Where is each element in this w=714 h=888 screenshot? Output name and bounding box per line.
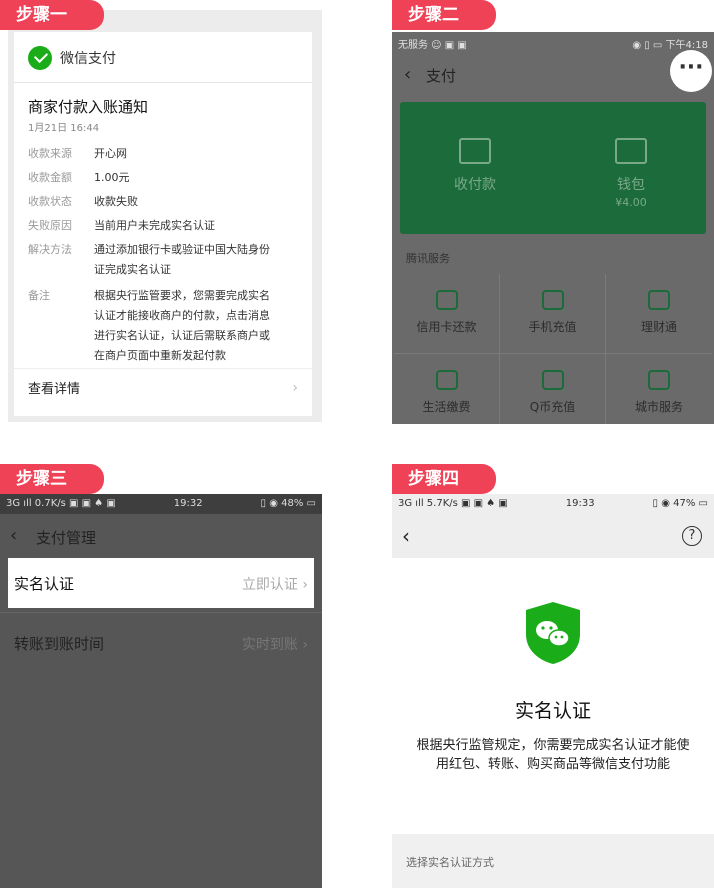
service-credit-card[interactable]: 信用卡还款 [394, 274, 500, 354]
status-bar: 无服务 ☺ ▣ ▣ ◉ ▯ ▭ 下午4:18 [392, 32, 714, 52]
real-name-auth-row[interactable]: 实名认证 立即认证 › [8, 558, 314, 608]
info-row: 收款状态 收款失败 [28, 192, 280, 212]
step3-tag: 步骤三 [0, 464, 104, 494]
view-details-link[interactable]: 查看详情 [28, 378, 80, 397]
qq-penguin-icon [541, 370, 564, 390]
nav-bar: ‹ ? [392, 514, 714, 558]
wealth-icon [648, 290, 670, 310]
wechat-pay-screen: 无服务 ☺ ▣ ▣ ◉ ▯ ▭ 下午4:18 ‹ 支付 ··· 收付款 钱包 ¥… [392, 32, 714, 424]
notification-title: 商家付款入账通知 [28, 98, 149, 116]
help-icon[interactable]: ? [682, 526, 702, 546]
info-key: 收款金额 [28, 171, 72, 184]
lightning-icon [435, 370, 458, 390]
service-mobile-topup[interactable]: 手机充值 [500, 274, 606, 354]
info-value: 根据央行监管要求，您需要完成实名认证才能接收商户的付款，点击消息进行实名认证，认… [94, 289, 270, 362]
service-label: 信用卡还款 [416, 320, 477, 334]
info-key: 失败原因 [28, 219, 72, 232]
status-right: ▯ ◉ 48% ▭ [260, 498, 316, 509]
service-label: 生活缴费 [422, 400, 471, 414]
scan-pay-icon [459, 138, 491, 164]
service-city[interactable]: 城市服务 [606, 354, 712, 424]
pay-wallet-banner: 收付款 钱包 ¥4.00 [400, 102, 706, 234]
wechat-pay-logo-icon [28, 46, 52, 70]
step1-tag: 步骤一 [0, 0, 104, 30]
status-left: 3G ıll 5.7K/s ▣ ▣ ♠ ▣ [398, 498, 508, 509]
step4-tag: 步骤四 [392, 464, 496, 494]
info-value: 当前用户未完成实名认证 [94, 219, 215, 232]
mobile-phone-icon [541, 290, 564, 310]
status-right: ▯ ◉ 47% ▭ [652, 498, 708, 509]
notification-date: 1月21日 16:44 [28, 123, 100, 134]
transfer-time-row[interactable]: 转账到账时间 实时到账 › [8, 618, 314, 668]
service-label: 手机充值 [528, 320, 577, 334]
info-value: 开心网 [94, 147, 127, 160]
service-wealth[interactable]: 理财通 [606, 274, 712, 354]
info-row: 失败原因 当前用户未完成实名认证 [28, 216, 280, 236]
chevron-right-icon: › [292, 380, 298, 396]
brand-name: 微信支付 [60, 51, 116, 67]
step2-tag: 步骤二 [392, 0, 496, 30]
info-key: 收款来源 [28, 147, 72, 160]
nav-bar: ‹ 支付管理 [0, 514, 322, 558]
real-name-verification-screen: 3G ıll 5.7K/s ▣ ▣ ♠ ▣ 19:33 ▯ ◉ 47% ▭ ‹ … [392, 494, 714, 888]
nav-bar: ‹ 支付 [392, 56, 714, 96]
info-row: 备注 根据央行监管要求，您需要完成实名认证才能接收商户的付款，点击消息进行实名认… [28, 286, 280, 366]
wallet-label: 钱包 [617, 177, 645, 193]
status-time: 19:32 [173, 498, 203, 509]
notification-card[interactable]: 微信支付 商家付款入账通知 1月21日 16:44 收款来源 开心网 收款金额 … [14, 32, 312, 416]
info-row: 收款来源 开心网 [28, 144, 280, 164]
realtime-link[interactable]: 实时到账 › [242, 634, 308, 654]
status-bar: 3G ıll 5.7K/s ▣ ▣ ♠ ▣ 19:33 ▯ ◉ 47% ▭ [392, 494, 714, 514]
status-bar: 3G ıll 0.7K/s ▣ ▣ ♠ ▣ 19:32 ▯ ◉ 48% ▭ [0, 494, 322, 514]
credit-card-icon [435, 290, 458, 310]
choose-method-section[interactable]: 选择实名认证方式 [392, 834, 714, 888]
status-right: ◉ ▯ ▭ 下午4:18 [632, 40, 708, 51]
row-label: 实名认证 [14, 575, 75, 593]
pay-code-label: 收付款 [454, 177, 496, 193]
row-label: 转账到账时间 [14, 635, 105, 653]
status-time: 19:33 [565, 498, 595, 509]
page-heading: 实名认证 [514, 700, 591, 722]
info-row: 解决方法 通过添加银行卡或验证中国大陆身份证完成实名认证 [28, 240, 280, 280]
service-label: 城市服务 [634, 400, 683, 414]
pay-code-button[interactable]: 收付款 [400, 138, 550, 194]
page-title: 支付 [426, 67, 457, 85]
service-label: Q币充值 [529, 400, 576, 414]
page-title: 支付管理 [36, 529, 97, 547]
section-title: 腾讯服务 [406, 252, 450, 265]
choose-method-label: 选择实名认证方式 [406, 856, 494, 869]
info-row: 收款金额 1.00元 [28, 168, 280, 188]
divider [14, 368, 312, 369]
verify-now-link[interactable]: 立即认证 › [242, 574, 308, 594]
info-key: 收款状态 [28, 195, 72, 208]
back-icon[interactable]: ‹ [10, 525, 17, 546]
service-utilities[interactable]: 生活缴费 [394, 354, 500, 424]
service-qcoin[interactable]: Q币充值 [500, 354, 606, 424]
wallet-icon [615, 138, 647, 164]
wallet-button[interactable]: 钱包 ¥4.00 [556, 138, 706, 209]
info-key: 备注 [28, 289, 50, 302]
info-value: 收款失败 [94, 195, 138, 208]
payment-management-screen: 3G ıll 0.7K/s ▣ ▣ ♠ ▣ 19:32 ▯ ◉ 48% ▭ ‹ … [0, 494, 322, 888]
brand-header: 微信支付 [28, 46, 116, 70]
description-text: 根据央行监管规定，你需要完成实名认证才能使用红包、转账、购买商品等微信支付功能 [416, 738, 690, 772]
back-icon[interactable]: ‹ [404, 64, 411, 85]
status-left: 无服务 ☺ ▣ ▣ [398, 40, 467, 51]
status-left: 3G ıll 0.7K/s ▣ ▣ ♠ ▣ [6, 498, 116, 509]
more-options-button[interactable]: ··· [670, 50, 712, 92]
payment-notification-panel: 微信支付 商家付款入账通知 1月21日 16:44 收款来源 开心网 收款金额 … [8, 10, 322, 422]
info-key: 解决方法 [28, 243, 72, 256]
wechat-shield-icon [526, 602, 580, 664]
divider [0, 612, 322, 613]
service-label: 理财通 [640, 320, 677, 334]
info-value: 1.00元 [94, 171, 130, 184]
wallet-amount: ¥4.00 [615, 196, 647, 209]
info-value: 通过添加银行卡或验证中国大陆身份证完成实名认证 [94, 243, 270, 276]
back-icon[interactable]: ‹ [402, 524, 410, 548]
city-icon [648, 370, 670, 390]
divider [14, 82, 312, 83]
